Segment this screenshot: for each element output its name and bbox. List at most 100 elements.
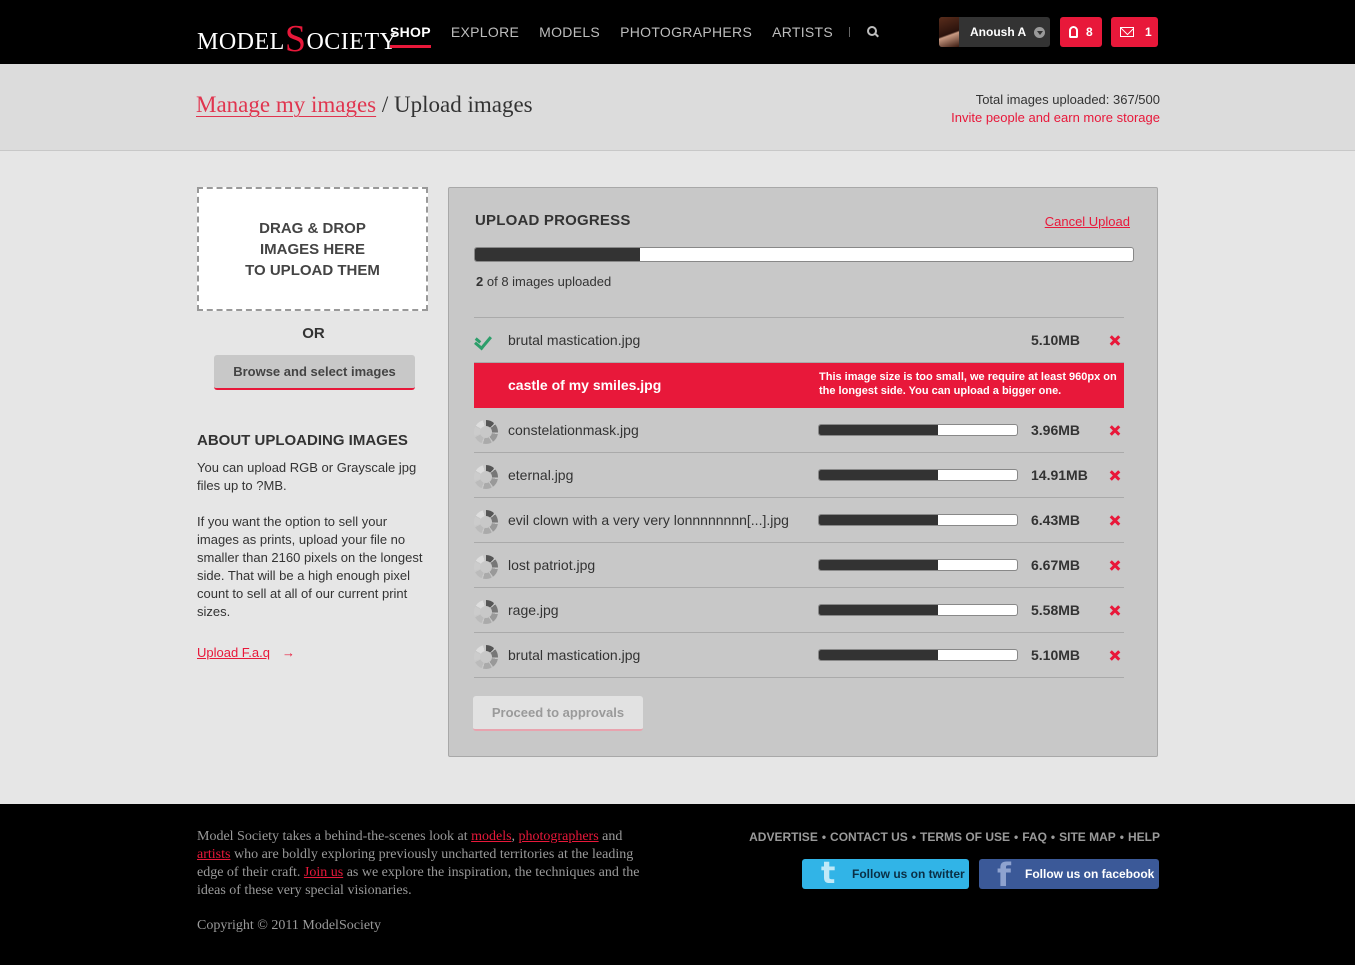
file-progress-bar — [818, 514, 1018, 526]
file-size: 6.43MB — [1031, 512, 1081, 528]
file-progress-fill — [819, 605, 938, 615]
footer-link-contact[interactable]: CONTACT US — [830, 830, 908, 844]
file-progress-fill — [819, 515, 938, 525]
upload-count: 2 of 8 images uploaded — [476, 274, 611, 289]
about-paragraph-formats: You can upload RGB or Grayscale jpg file… — [197, 460, 417, 493]
browse-images-button[interactable]: Browse and select images — [214, 355, 415, 390]
upload-faq-link[interactable]: Upload F.a.q → — [197, 645, 295, 660]
file-size: 5.58MB — [1031, 602, 1081, 618]
nav-photographers[interactable]: PHOTOGRAPHERS — [620, 24, 752, 40]
user-name: Anoush A — [970, 25, 1027, 39]
footer: Model Society takes a behind-the-scenes … — [0, 804, 1355, 965]
spinner-icon — [474, 510, 498, 534]
ideas-count: 8 — [1086, 25, 1093, 39]
file-progress-bar — [818, 469, 1018, 481]
twitter-follow-button[interactable]: Follow us on twitter — [802, 856, 969, 891]
twitter-follow-label: Follow us on twitter — [852, 867, 965, 881]
file-row: lost patriot.jpg 6.67MB — [474, 543, 1124, 588]
spinner-icon — [474, 645, 498, 669]
file-name: castle of my smiles.jpg — [508, 377, 662, 393]
upload-count-done: 2 — [476, 274, 484, 289]
footer-models-link[interactable]: models — [471, 829, 511, 844]
file-name: brutal mastication.jpg — [508, 332, 641, 348]
arrow-right-icon: → — [282, 645, 295, 660]
spinner-icon — [474, 465, 498, 489]
footer-photographers-link[interactable]: photographers — [519, 829, 599, 844]
file-row: brutal mastication.jpg 5.10MB — [474, 318, 1124, 363]
check-icon — [474, 330, 498, 354]
ideas-button[interactable]: 8 — [1060, 17, 1102, 47]
footer-link-faq[interactable]: FAQ — [1022, 830, 1047, 844]
logo-prefix: MODEL — [197, 29, 285, 55]
file-error-message: This image size is too small, we require… — [819, 371, 1117, 397]
drop-zone-label: DRAG & DROP IMAGES HERE TO UPLOAD THEM — [245, 219, 380, 279]
footer-join-link[interactable]: Join us — [304, 865, 343, 880]
remove-file-icon[interactable] — [1108, 468, 1122, 482]
breadcrumb-separator: / — [381, 92, 389, 117]
file-row: castle of my smiles.jpg This image size i… — [474, 363, 1124, 408]
or-label: OR — [302, 325, 325, 342]
remove-file-icon[interactable] — [1108, 648, 1122, 662]
facebook-follow-label: Follow us on facebook — [1025, 867, 1155, 881]
file-list: brutal mastication.jpg 5.10MB castle of my… — [474, 317, 1124, 678]
remove-file-icon[interactable] — [1108, 423, 1122, 437]
cancel-upload-link[interactable]: Cancel Upload — [1045, 214, 1130, 229]
main-nav: SHOP EXPLORE MODELS PHOTOGRAPHERS ARTIST… — [390, 0, 880, 64]
logo-suffix: OCIETY — [306, 29, 398, 55]
nav-shop[interactable]: SHOP — [390, 24, 431, 48]
messages-count: 1 — [1145, 25, 1152, 39]
file-row: eternal.jpg 14.91MB — [474, 453, 1124, 498]
upload-progress-title: UPLOAD PROGRESS — [475, 212, 631, 229]
file-name: rage.jpg — [508, 602, 559, 618]
user-menu[interactable]: Anoush A — [939, 17, 1050, 47]
remove-file-icon[interactable] — [1108, 513, 1122, 527]
file-name: constelationmask.jpg — [508, 422, 639, 438]
footer-link-terms[interactable]: TERMS OF USE — [920, 830, 1010, 844]
footer-link-advertise[interactable]: ADVERTISE — [749, 830, 818, 844]
file-row: rage.jpg 5.58MB — [474, 588, 1124, 633]
site-logo[interactable]: MODELSOCIETY — [197, 15, 397, 60]
file-progress-fill — [819, 650, 938, 660]
file-name: lost patriot.jpg — [508, 557, 596, 573]
footer-artists-link[interactable]: artists — [197, 847, 230, 862]
remove-file-icon[interactable] — [1108, 333, 1122, 347]
upload-count-text: of 8 images uploaded — [486, 274, 612, 289]
facebook-follow-button[interactable]: Follow us on facebook — [979, 859, 1159, 889]
facebook-icon — [991, 859, 1017, 889]
remove-file-icon[interactable] — [1108, 558, 1122, 572]
nav-models[interactable]: MODELS — [539, 24, 600, 40]
search-icon[interactable] — [866, 25, 880, 39]
messages-button[interactable]: 1 — [1111, 17, 1158, 47]
proceed-to-approvals-button[interactable]: Proceed to approvals — [473, 696, 643, 731]
file-row: evil clown with a very very lonnnnnnnn[.… — [474, 498, 1124, 543]
file-name: evil clown with a very very lonnnnnnnn[.… — [508, 512, 789, 528]
breadcrumb: Manage my images / Upload images — [196, 92, 533, 118]
nav-artists[interactable]: ARTISTS — [772, 24, 833, 40]
drop-zone[interactable]: DRAG & DROP IMAGES HERE TO UPLOAD THEM — [197, 187, 428, 311]
spinner-icon — [474, 600, 498, 624]
avatar — [939, 17, 959, 47]
footer-link-separator: • — [1119, 830, 1124, 844]
file-row: brutal mastication.jpg 5.10MB — [474, 633, 1124, 678]
file-progress-bar — [818, 649, 1018, 661]
file-size: 5.10MB — [1031, 647, 1081, 663]
footer-about-comma: , — [511, 829, 516, 844]
footer-link-separator: • — [821, 830, 827, 844]
logo-s: S — [284, 18, 307, 60]
breadcrumb-manage-images[interactable]: Manage my images — [196, 92, 376, 117]
nav-explore[interactable]: EXPLORE — [451, 24, 519, 40]
footer-about-intro: Model Society takes a behind-the-scenes … — [197, 829, 468, 844]
about-uploading-heading: ABOUT UPLOADING IMAGES — [197, 432, 408, 449]
remove-file-icon[interactable] — [1108, 603, 1122, 617]
file-name: brutal mastication.jpg — [508, 647, 641, 663]
footer-link-separator: • — [1014, 830, 1019, 844]
upload-faq-label: Upload F.a.q — [197, 645, 270, 660]
lightbulb-icon — [1069, 26, 1078, 38]
file-progress-bar — [818, 424, 1018, 436]
invite-link[interactable]: Invite people and earn more storage — [951, 110, 1160, 125]
file-name: eternal.jpg — [508, 467, 574, 483]
footer-link-sitemap[interactable]: SITE MAP — [1059, 830, 1116, 844]
about-paragraph-prints: If you want the option to sell your imag… — [197, 514, 423, 619]
footer-link-help[interactable]: HELP — [1128, 830, 1160, 844]
file-size: 5.10MB — [1031, 332, 1081, 348]
